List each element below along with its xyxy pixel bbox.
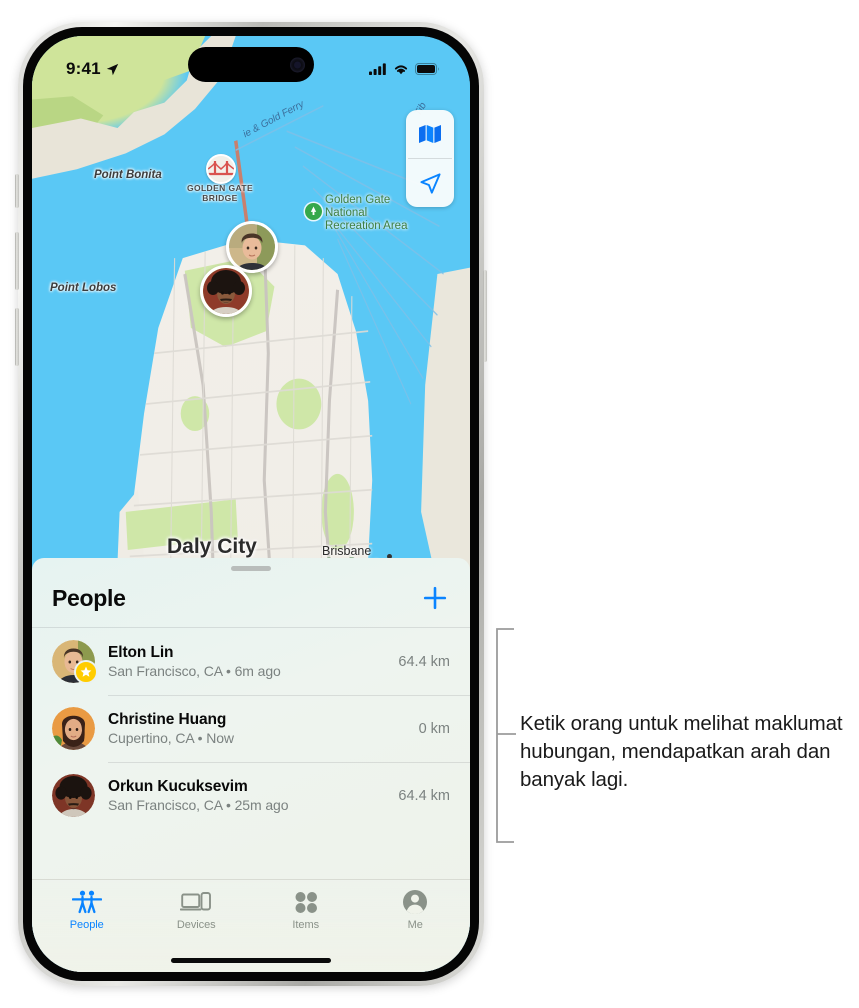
devices-icon bbox=[180, 888, 212, 916]
avatar bbox=[52, 774, 95, 817]
map-type-button[interactable] bbox=[406, 110, 454, 158]
tab-label-me: Me bbox=[407, 919, 423, 931]
annotation-text: Ketik orang untuk melihat maklumat hubun… bbox=[520, 712, 843, 791]
plus-icon bbox=[423, 586, 447, 610]
phone-screen: GOLDEN GATEBRIDGE ie & Gold Ferry Tib Po… bbox=[32, 36, 470, 972]
tab-devices[interactable]: Devices bbox=[142, 888, 252, 931]
status-bar-time: 9:41 bbox=[66, 59, 101, 78]
person-name: Elton Lin bbox=[108, 644, 174, 661]
power-button[interactable] bbox=[483, 270, 487, 362]
list-item[interactable]: Christine Huang Cupertino, CA • Now 0 km bbox=[32, 695, 470, 762]
silent-switch[interactable] bbox=[15, 174, 19, 208]
golden-gate-bridge-poi-icon[interactable] bbox=[206, 154, 236, 184]
person-location-time: San Francisco, CA • 6m ago bbox=[108, 663, 281, 679]
person-distance: 0 km bbox=[418, 720, 450, 737]
map-pin-elton-lin[interactable] bbox=[226, 221, 278, 273]
volume-down-button[interactable] bbox=[15, 308, 19, 366]
tab-items[interactable]: Items bbox=[251, 888, 361, 931]
cellular-signal-icon bbox=[369, 63, 386, 75]
people-list: Elton Lin San Francisco, CA • 6m ago 64.… bbox=[32, 627, 470, 829]
tab-label-devices: Devices bbox=[176, 919, 216, 931]
person-distance: 64.4 km bbox=[398, 787, 450, 804]
person-distance: 64.4 km bbox=[398, 653, 450, 670]
map-pin-orkun-kucuksevim[interactable] bbox=[200, 265, 252, 317]
add-person-button[interactable] bbox=[420, 583, 450, 613]
tab-label-people: People bbox=[69, 919, 104, 931]
avatar-image-christine-huang bbox=[52, 707, 95, 750]
person-name: Orkun Kucuksevim bbox=[108, 778, 248, 795]
person-circle-icon bbox=[402, 888, 428, 916]
map-layers-icon bbox=[419, 125, 441, 143]
recenter-location-button[interactable] bbox=[406, 159, 454, 207]
home-indicator[interactable] bbox=[171, 958, 331, 963]
iphone-device-frame: GOLDEN GATEBRIDGE ie & Gold Ferry Tib Po… bbox=[15, 22, 487, 986]
avatar-orkun-map bbox=[203, 268, 249, 314]
person-info: Christine Huang Cupertino, CA • Now bbox=[108, 710, 409, 747]
person-info: Elton Lin San Francisco, CA • 6m ago bbox=[108, 643, 388, 680]
people-bottom-sheet: People Elton Lin San Francisco, CA • 6m … bbox=[32, 558, 470, 972]
wifi-icon bbox=[394, 65, 408, 75]
avatar bbox=[52, 640, 98, 684]
location-arrow-icon bbox=[106, 63, 119, 76]
avatar-elton-lin-map bbox=[229, 224, 275, 270]
person-location-time: Cupertino, CA • Now bbox=[108, 730, 234, 746]
avatar bbox=[52, 707, 95, 750]
person-location-time: San Francisco, CA • 25m ago bbox=[108, 797, 289, 813]
avatar-image-orkun-kucuksevim bbox=[52, 774, 95, 817]
location-arrow-icon bbox=[419, 172, 441, 194]
list-item[interactable]: Orkun Kucuksevim San Francisco, CA • 25m… bbox=[32, 762, 470, 829]
people-icon bbox=[71, 888, 102, 916]
person-info: Orkun Kucuksevim San Francisco, CA • 25m… bbox=[108, 777, 388, 814]
items-icon bbox=[293, 888, 319, 916]
dynamic-island bbox=[188, 47, 314, 82]
volume-up-button[interactable] bbox=[15, 232, 19, 290]
status-bar-indicators bbox=[369, 63, 440, 75]
phone-bezel: GOLDEN GATEBRIDGE ie & Gold Ferry Tib Po… bbox=[15, 27, 487, 981]
battery-icon bbox=[415, 63, 439, 75]
map-controls bbox=[406, 110, 454, 207]
tab-me[interactable]: Me bbox=[361, 888, 471, 931]
page-title: People bbox=[52, 584, 126, 611]
tab-label-items: Items bbox=[292, 919, 320, 931]
park-icon-ggnra[interactable] bbox=[305, 203, 322, 220]
star-icon bbox=[80, 666, 92, 677]
status-badge bbox=[74, 660, 98, 684]
front-camera-icon bbox=[290, 57, 305, 72]
person-name: Christine Huang bbox=[108, 711, 227, 728]
list-item[interactable]: Elton Lin San Francisco, CA • 6m ago 64.… bbox=[32, 628, 470, 695]
sheet-header: People bbox=[32, 571, 470, 627]
tab-people[interactable]: People bbox=[32, 888, 142, 931]
